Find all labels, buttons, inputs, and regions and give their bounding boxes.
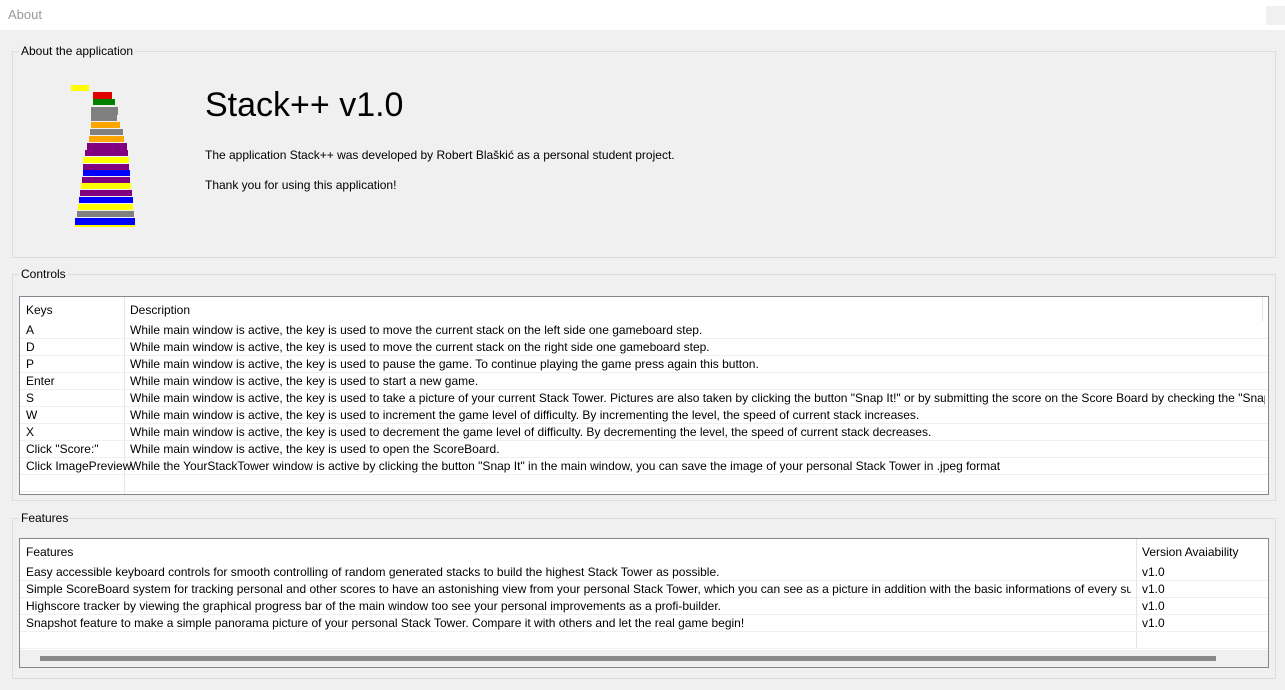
column-header-version[interactable]: Version Avaiability xyxy=(1142,539,1239,565)
feature-cell: Simple ScoreBoard system for tracking pe… xyxy=(26,582,1131,596)
app-description: The application Stack++ was developed by… xyxy=(205,148,675,162)
features-list[interactable]: Features Version Avaiability Easy access… xyxy=(19,538,1269,668)
horizontal-scrollbar[interactable] xyxy=(20,650,1268,667)
key-cell: W xyxy=(26,408,38,422)
logo-block xyxy=(75,218,135,225)
table-row[interactable]: A While main window is active, the key i… xyxy=(20,322,1268,339)
table-row[interactable]: W While main window is active, the key i… xyxy=(20,407,1268,424)
logo-block xyxy=(79,197,133,203)
version-cell: v1.0 xyxy=(1142,565,1165,579)
key-cell: P xyxy=(26,357,35,371)
table-row[interactable]: X While main window is active, the key i… xyxy=(20,424,1268,441)
key-cell: Click ImagePreview xyxy=(26,459,132,473)
description-cell: While main window is active, the key is … xyxy=(130,442,500,456)
table-row[interactable]: S While main window is active, the key i… xyxy=(20,390,1268,407)
app-title: Stack++ v1.0 xyxy=(205,86,404,124)
description-cell: While main window is active, the key is … xyxy=(130,340,710,354)
key-cell: A xyxy=(26,323,35,337)
key-cell: Click "Score:" xyxy=(26,442,99,456)
description-cell: While main window is active, the key is … xyxy=(130,408,920,422)
logo-block xyxy=(91,122,120,128)
features-header: Features Version Avaiability xyxy=(20,539,1268,563)
logo-block xyxy=(91,107,118,115)
controls-header: Keys Description xyxy=(20,297,1268,321)
table-row[interactable]: D While main window is active, the key i… xyxy=(20,339,1268,356)
feature-cell: Snapshot feature to make a simple panora… xyxy=(26,616,745,630)
window-title: About xyxy=(8,7,42,22)
description-cell: While main window is active, the key is … xyxy=(130,323,703,337)
logo-base xyxy=(75,225,135,227)
version-cell: v1.0 xyxy=(1142,599,1165,613)
controls-group-label: Controls xyxy=(19,267,68,281)
logo-block xyxy=(78,204,133,210)
logo-block xyxy=(90,129,123,135)
column-header-description[interactable]: Description xyxy=(130,297,190,323)
table-row-empty xyxy=(20,475,1268,492)
logo-block xyxy=(85,150,128,156)
logo-block xyxy=(83,157,129,163)
table-row[interactable]: Enter While main window is active, the k… xyxy=(20,373,1268,390)
table-row[interactable]: Simple ScoreBoard system for tracking pe… xyxy=(20,581,1268,598)
logo-block xyxy=(81,183,131,189)
description-cell: While main window is active, the key is … xyxy=(130,425,932,439)
column-divider xyxy=(1262,297,1263,321)
key-cell: Enter xyxy=(26,374,55,388)
app-logo xyxy=(13,52,213,252)
features-group: Features Features Version Avaiability Ea… xyxy=(12,511,1276,679)
controls-list[interactable]: Keys Description A While main window is … xyxy=(19,296,1269,495)
logo-block xyxy=(80,190,132,196)
logo-block xyxy=(91,115,117,121)
description-cell: While the YourStackTower window is activ… xyxy=(130,459,1001,473)
logo-block xyxy=(93,92,112,99)
table-row[interactable]: Click "Score:" While main window is acti… xyxy=(20,441,1268,458)
table-row[interactable]: Snapshot feature to make a simple panora… xyxy=(20,615,1268,632)
logo-block xyxy=(77,211,134,217)
description-cell: While main window is active, the key is … xyxy=(130,357,759,371)
table-row[interactable]: Highscore tracker by viewing the graphic… xyxy=(20,598,1268,615)
controls-group: Controls Keys Description A While main w… xyxy=(12,267,1276,501)
logo-block xyxy=(83,170,130,176)
version-cell: v1.0 xyxy=(1142,616,1165,630)
feature-cell: Highscore tracker by viewing the graphic… xyxy=(26,599,722,613)
table-row[interactable]: Easy accessible keyboard controls for sm… xyxy=(20,564,1268,581)
column-header-features[interactable]: Features xyxy=(26,539,73,565)
thanks-text: Thank you for using this application! xyxy=(205,178,397,192)
logo-block xyxy=(89,136,124,142)
key-cell: X xyxy=(26,425,35,439)
table-row[interactable]: Click ImagePreview While the YourStackTo… xyxy=(20,458,1268,475)
table-row[interactable]: P While main window is active, the key i… xyxy=(20,356,1268,373)
logo-block xyxy=(93,99,115,105)
features-group-label: Features xyxy=(19,511,71,525)
version-cell: v1.0 xyxy=(1142,582,1165,596)
description-cell: While main window is active, the key is … xyxy=(130,374,479,388)
logo-block xyxy=(87,143,127,150)
about-group: About the application Stack++ v1.0 The a… xyxy=(12,44,1276,258)
title-bar: About xyxy=(0,0,1285,30)
column-header-keys[interactable]: Keys xyxy=(26,297,53,323)
feature-cell: Easy accessible keyboard controls for sm… xyxy=(26,565,720,579)
table-row-empty xyxy=(20,632,1268,649)
logo-block xyxy=(71,85,89,91)
description-cell: While main window is active, the key is … xyxy=(130,391,1265,405)
scrollbar-thumb[interactable] xyxy=(40,656,1216,661)
key-cell: S xyxy=(26,391,35,405)
close-button[interactable] xyxy=(1266,6,1285,25)
key-cell: D xyxy=(26,340,35,354)
